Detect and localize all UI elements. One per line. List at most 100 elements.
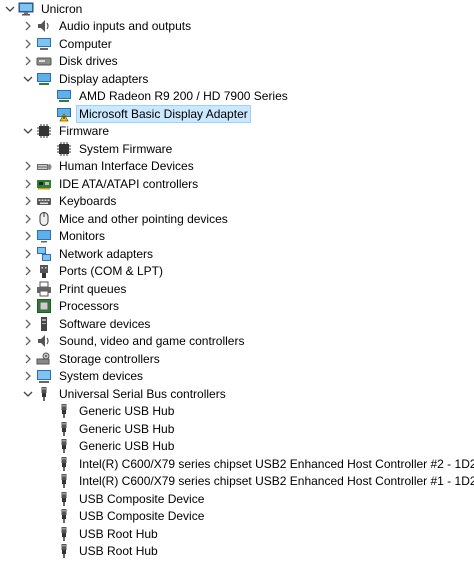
usb-plug-icon: [56, 473, 72, 489]
tree-node-usb-composite-1[interactable]: USB Composite Device: [0, 490, 474, 508]
tree-label: Mice and other pointing devices: [59, 211, 228, 226]
tree-node-mice[interactable]: Mice and other pointing devices: [0, 210, 474, 228]
tree-node-firmware[interactable]: Firmware: [0, 123, 474, 141]
port-icon: [36, 263, 52, 279]
tree-node-root[interactable]: Unicron: [0, 0, 474, 18]
tree-node-amd-radeon[interactable]: AMD Radeon R9 200 / HD 7900 Series: [0, 88, 474, 106]
tree-node-disk-drives[interactable]: Disk drives: [0, 53, 474, 71]
tree-node-software-devices[interactable]: Software devices: [0, 315, 474, 333]
tree-node-monitors[interactable]: Monitors: [0, 228, 474, 246]
tree-node-usb-root-hub-2[interactable]: USB Root Hub: [0, 543, 474, 561]
tree-label: Print queues: [59, 281, 127, 296]
tree-label: USB Composite Device: [79, 491, 205, 506]
tree-node-processors[interactable]: Processors: [0, 298, 474, 316]
chevron-down-icon[interactable]: [20, 71, 36, 87]
tree-label: USB Root Hub: [79, 544, 158, 559]
storage-controller-icon: [36, 351, 52, 367]
monitor-icon: [36, 228, 52, 244]
tree-node-usb-composite-2[interactable]: USB Composite Device: [0, 508, 474, 526]
chevron-right-icon[interactable]: [20, 36, 36, 52]
tree-label: Computer: [59, 36, 112, 51]
speaker-icon: [36, 18, 52, 34]
tree-label: Software devices: [59, 316, 151, 331]
chevron-right-icon[interactable]: [20, 263, 36, 279]
chevron-right-icon[interactable]: [20, 333, 36, 349]
tree-node-computer[interactable]: Computer: [0, 35, 474, 53]
chevron-right-icon[interactable]: [20, 176, 36, 192]
tree-node-usb-generic-hub-2[interactable]: Generic USB Hub: [0, 420, 474, 438]
usb-plug-icon: [56, 456, 72, 472]
chevron-right-icon[interactable]: [20, 351, 36, 367]
tree-label: Storage controllers: [59, 351, 160, 366]
chevron-right-icon[interactable]: [20, 53, 36, 69]
tree-label: USB Root Hub: [79, 526, 158, 541]
tree-node-usb-intel-controller-1[interactable]: Intel(R) C600/X79 series chipset USB2 En…: [0, 473, 474, 491]
chip-icon: [36, 123, 52, 139]
printer-icon: [36, 281, 52, 297]
tree-node-usb-intel-controller-2[interactable]: Intel(R) C600/X79 series chipset USB2 En…: [0, 455, 474, 473]
tree-label: Sound, video and game controllers: [59, 334, 245, 349]
usb-plug-icon: [56, 526, 72, 542]
software-device-icon: [36, 316, 52, 332]
tree-node-print-queues[interactable]: Print queues: [0, 280, 474, 298]
chevron-right-icon[interactable]: [20, 211, 36, 227]
tree-node-network[interactable]: Network adapters: [0, 245, 474, 263]
chevron-down-icon[interactable]: [20, 386, 36, 402]
chevron-right-icon[interactable]: [20, 18, 36, 34]
usb-plug-icon: [56, 421, 72, 437]
tree-node-microsoft-basic-display[interactable]: Microsoft Basic Display Adapter: [0, 104, 474, 123]
tree-label: Network adapters: [59, 246, 154, 261]
tree-label: System Firmware: [79, 141, 173, 156]
chevron-down-icon[interactable]: [2, 1, 18, 17]
usb-plug-icon: [56, 491, 72, 507]
chevron-right-icon[interactable]: [20, 158, 36, 174]
usb-plug-icon: [36, 386, 52, 402]
tree-node-usb-root-hub-1[interactable]: USB Root Hub: [0, 525, 474, 543]
tree-node-audio[interactable]: Audio inputs and outputs: [0, 18, 474, 36]
tree-label: Display adapters: [59, 71, 149, 86]
tree-node-system-devices[interactable]: System devices: [0, 368, 474, 386]
controller-card-icon: [36, 176, 52, 192]
tree-label: Microsoft Basic Display Adapter: [76, 104, 251, 123]
tree-node-usb-generic-hub-3[interactable]: Generic USB Hub: [0, 438, 474, 456]
tree-node-display-adapters[interactable]: Display adapters: [0, 70, 474, 88]
tree-label: Firmware: [59, 124, 109, 139]
chevron-right-icon[interactable]: [20, 246, 36, 262]
tree-node-sound[interactable]: Sound, video and game controllers: [0, 333, 474, 351]
chevron-right-icon[interactable]: [20, 316, 36, 332]
tree-label: Intel(R) C600/X79 series chipset USB2 En…: [79, 474, 474, 489]
tree-node-storage[interactable]: Storage controllers: [0, 350, 474, 368]
chevron-right-icon[interactable]: [20, 228, 36, 244]
tree-label: Monitors: [59, 229, 106, 244]
warning-display-adapter-icon: [56, 106, 72, 122]
tree-label: Unicron: [41, 1, 83, 16]
chevron-right-icon[interactable]: [20, 298, 36, 314]
chevron-right-icon[interactable]: [20, 281, 36, 297]
usb-plug-icon: [56, 403, 72, 419]
tree-node-hid[interactable]: Human Interface Devices: [0, 158, 474, 176]
disk-drive-icon: [36, 53, 52, 69]
chevron-down-icon[interactable]: [20, 123, 36, 139]
computer-icon: [36, 36, 52, 52]
tree-label: USB Composite Device: [79, 509, 205, 524]
tree-node-ports[interactable]: Ports (COM & LPT): [0, 263, 474, 281]
usb-plug-icon: [56, 543, 72, 559]
computer-icon: [18, 1, 34, 17]
tree-node-keyboards[interactable]: Keyboards: [0, 193, 474, 211]
tree-label: System devices: [59, 369, 144, 384]
tree-label: Universal Serial Bus controllers: [59, 386, 226, 401]
tree-node-system-firmware[interactable]: System Firmware: [0, 140, 474, 158]
tree-label: Ports (COM & LPT): [59, 264, 164, 279]
tree-node-usb-controllers[interactable]: Universal Serial Bus controllers: [0, 385, 474, 403]
display-adapter-icon: [56, 88, 72, 104]
chevron-right-icon[interactable]: [20, 368, 36, 384]
tree-node-ide[interactable]: IDE ATA/ATAPI controllers: [0, 175, 474, 193]
tree-label: Intel(R) C600/X79 series chipset USB2 En…: [79, 456, 474, 471]
tree-label: Disk drives: [59, 54, 118, 69]
usb-plug-icon: [56, 438, 72, 454]
chevron-right-icon[interactable]: [20, 193, 36, 209]
tree-label: Generic USB Hub: [79, 439, 175, 454]
chip-icon: [56, 141, 72, 157]
device-manager-tree: Unicron Audio inputs and outputs Compute…: [0, 0, 474, 564]
tree-node-usb-generic-hub-1[interactable]: Generic USB Hub: [0, 403, 474, 421]
